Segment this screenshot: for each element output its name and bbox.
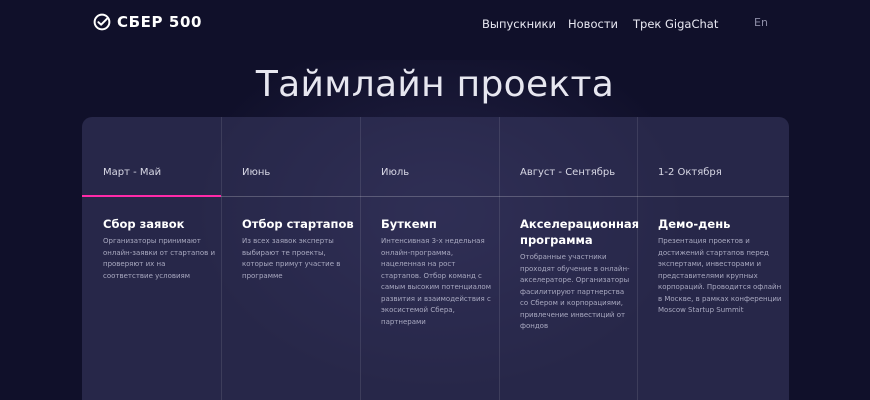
site-header: СБЕР 500 Выпускники Новости Трек GigaCha… — [0, 0, 870, 46]
timeline-stage-description: Из всех заявок эксперты выбирают те прое… — [242, 237, 341, 280]
timeline-stage-description: Отобранные участники проходят обучение в… — [520, 253, 630, 330]
timeline-period: Март - Май — [103, 167, 162, 178]
timeline-period: Август - Сентябрь — [520, 167, 616, 178]
timeline-column: Июль Буткемп Интенсивная 3-х недельная о… — [360, 117, 500, 400]
timeline-stage-title: Акселерационная программа — [520, 217, 640, 247]
timeline-stage-title: Отбор стартапов — [242, 217, 354, 231]
language-switch[interactable]: En — [754, 16, 768, 29]
nav-link-graduates[interactable]: Выпускники — [482, 17, 556, 31]
nav-link-news[interactable]: Новости — [568, 17, 618, 31]
page-title: Таймлайн проекта — [255, 64, 615, 106]
timeline-period: Июнь — [242, 167, 271, 178]
timeline-period: Июль — [381, 167, 410, 178]
timeline-stage-description: Презентация проектов и достижений старта… — [658, 237, 782, 314]
timeline-column: Июнь Отбор стартапов Из всех заявок эксп… — [221, 117, 361, 400]
nav-link-gigachat[interactable]: Трек GigaChat — [633, 17, 718, 31]
timeline-stage-description: Интенсивная 3-х недельная онлайн-програм… — [381, 237, 491, 326]
check-circle-icon — [93, 13, 111, 31]
timeline-column: Март - Май Сбор заявок Организаторы прин… — [82, 117, 222, 400]
timeline-column: Август - Сентябрь Акселерационная програ… — [499, 117, 640, 400]
logo[interactable]: СБЕР 500 — [93, 13, 202, 31]
timeline-stage-title: Сбор заявок — [103, 217, 185, 231]
timeline-period: 1-2 Октября — [658, 167, 722, 178]
timeline-stage-title: Демо-день — [658, 217, 731, 231]
logo-text: СБЕР 500 — [117, 13, 203, 31]
timeline-column: 1-2 Октября Демо-день Презентация проект… — [637, 117, 789, 400]
timeline-card: Март - Май Сбор заявок Организаторы прин… — [82, 117, 789, 400]
timeline-stage-title: Буткемп — [381, 217, 437, 231]
timeline-stage-description: Организаторы принимают онлайн-заявки от … — [103, 237, 215, 280]
